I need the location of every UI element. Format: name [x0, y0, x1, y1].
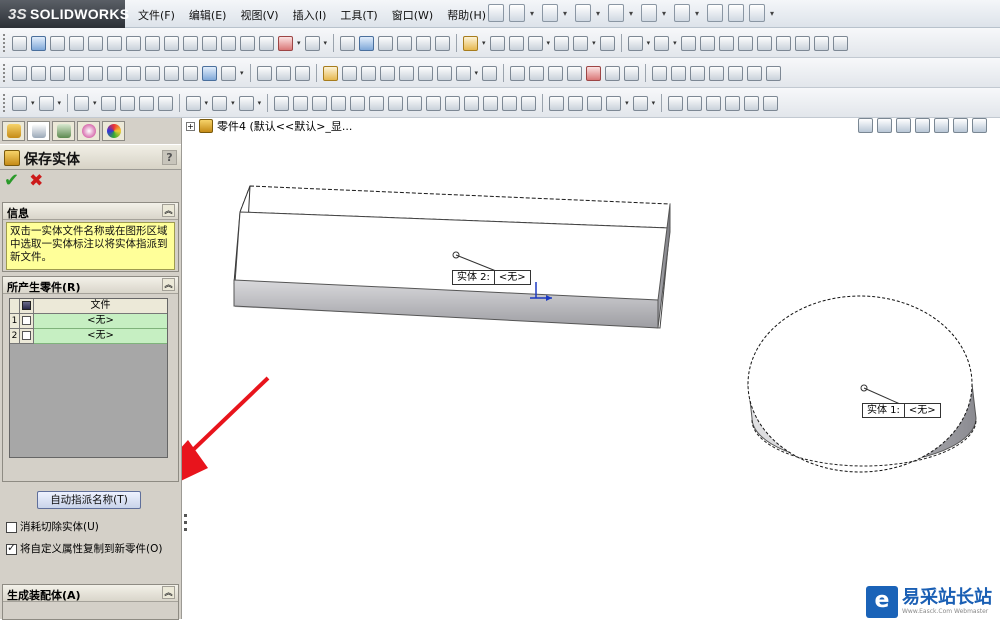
consume-cut-bodies-checkbox[interactable]: [6, 522, 17, 533]
callout-body-2-value[interactable]: <无>: [493, 271, 530, 284]
tab-configuration-manager[interactable]: [52, 121, 75, 141]
manager-tabs: [0, 118, 181, 142]
callout-body-1[interactable]: 实体 1: <无>: [862, 403, 941, 418]
watermark: e 易采站长站 Www.Easck.Com Webmaster: [864, 584, 1000, 619]
part-name: 零件4 (默认<<默认>_显...: [217, 120, 353, 133]
create-assembly-header[interactable]: 生成装配体(A) ︽: [3, 585, 178, 602]
heads-up-view-toolbar: [858, 118, 987, 133]
part-icon: [199, 119, 213, 133]
row-file-name[interactable]: <无>: [34, 314, 167, 329]
callout-body-2[interactable]: 实体 2: <无>: [452, 270, 531, 285]
view-orientation-icon[interactable]: [934, 118, 949, 133]
zoom-area-icon[interactable]: [877, 118, 892, 133]
consume-cut-bodies-label: 消耗切除实体(U): [20, 521, 99, 533]
create-assembly-group: 生成装配体(A) ︽: [2, 584, 179, 620]
table-row[interactable]: 1 <无>: [10, 314, 167, 329]
resulting-parts-table: 文件 1 <无> 2 <无>: [9, 298, 168, 458]
row-file-name[interactable]: <无>: [34, 329, 167, 344]
table-header-row: 文件: [10, 299, 167, 314]
cylinder-top-face: [747, 295, 973, 473]
collapse-icon[interactable]: ︽: [162, 278, 175, 291]
property-manager-title: 保存实体 ?: [0, 144, 181, 170]
cylinder-body-1[interactable]: [747, 295, 977, 473]
display-style-icon[interactable]: [953, 118, 968, 133]
callout-body-1-value[interactable]: <无>: [903, 404, 940, 417]
previous-view-icon[interactable]: [896, 118, 911, 133]
row-checkbox[interactable]: [20, 314, 34, 329]
info-group-header[interactable]: 信息 ︽: [3, 203, 178, 220]
property-icon: [31, 124, 46, 138]
info-group-title: 信息: [7, 207, 29, 220]
property-manager-panel: 保存实体 ? ✔ ✖ 信息 ︽ 双击一实体文件名称或在图形区域中选取一实体标注以…: [0, 118, 182, 620]
help-button[interactable]: ?: [162, 150, 177, 165]
block-body-2[interactable]: [233, 185, 671, 329]
callout-body-1-name: 实体 1:: [867, 405, 900, 416]
consume-cut-bodies-option[interactable]: 消耗切除实体(U): [6, 521, 99, 533]
cancel-button[interactable]: ✖: [29, 172, 43, 194]
callout-body-2-name: 实体 2:: [457, 272, 490, 283]
collapse-icon[interactable]: ︽: [162, 586, 175, 599]
display-manager-icon: [106, 124, 121, 138]
page-title: 保存实体: [24, 152, 80, 168]
feature-tree-icon: [6, 124, 21, 138]
auto-assign-names-button[interactable]: 自动指派名称(T): [37, 491, 141, 509]
tab-feature-manager[interactable]: [2, 121, 25, 141]
row-number: 1: [10, 314, 20, 329]
column-header-file: 文件: [34, 299, 167, 314]
create-assembly-title: 生成装配体(A): [7, 589, 81, 602]
watermark-subtext: Www.Easck.Com Webmaster: [902, 607, 989, 615]
feature-tree-root[interactable]: + 零件4 (默认<<默认>_显...: [186, 118, 352, 134]
tab-dimxpert-manager[interactable]: [77, 121, 100, 141]
configuration-icon: [56, 124, 71, 138]
table-row[interactable]: 2 <无>: [10, 329, 167, 344]
copy-custom-properties-checkbox[interactable]: [6, 542, 17, 555]
copy-custom-properties-label: 将自定义属性复制到新零件(O): [20, 543, 163, 555]
info-group: 信息 ︽ 双击一实体文件名称或在图形区域中选取一实体标注以将实体指派到新文件。: [2, 202, 179, 272]
row-number: 2: [10, 329, 20, 344]
collapse-icon[interactable]: ︽: [162, 204, 175, 217]
copy-custom-properties-option[interactable]: 将自定义属性复制到新零件(O): [6, 542, 166, 555]
dimxpert-icon: [81, 124, 96, 138]
resulting-parts-group: 所产生零件(R) ︽ 文件 1 <无> 2 <无>: [2, 276, 179, 482]
zoom-to-fit-icon[interactable]: [858, 118, 873, 133]
save-column-icon: [20, 299, 34, 314]
tab-display-manager[interactable]: [102, 121, 125, 141]
panel-splitter[interactable]: [182, 510, 190, 548]
info-message: 双击一实体文件名称或在图形区域中选取一实体标注以将实体指派到新文件。: [6, 222, 175, 270]
hide-show-icon[interactable]: [972, 118, 987, 133]
watermark-logo: e: [866, 585, 898, 618]
section-view-icon[interactable]: [915, 118, 930, 133]
watermark-text: 易采站长站: [902, 586, 992, 608]
expand-icon[interactable]: +: [186, 121, 195, 131]
save-bodies-icon: [4, 150, 20, 166]
row-checkbox[interactable]: [20, 329, 34, 344]
resulting-parts-header[interactable]: 所产生零件(R) ︽: [3, 277, 178, 294]
resulting-parts-title: 所产生零件(R): [7, 281, 81, 294]
ok-cancel-bar: ✔ ✖: [4, 172, 43, 194]
ok-button[interactable]: ✔: [4, 172, 19, 194]
tab-property-manager[interactable]: [27, 121, 50, 141]
